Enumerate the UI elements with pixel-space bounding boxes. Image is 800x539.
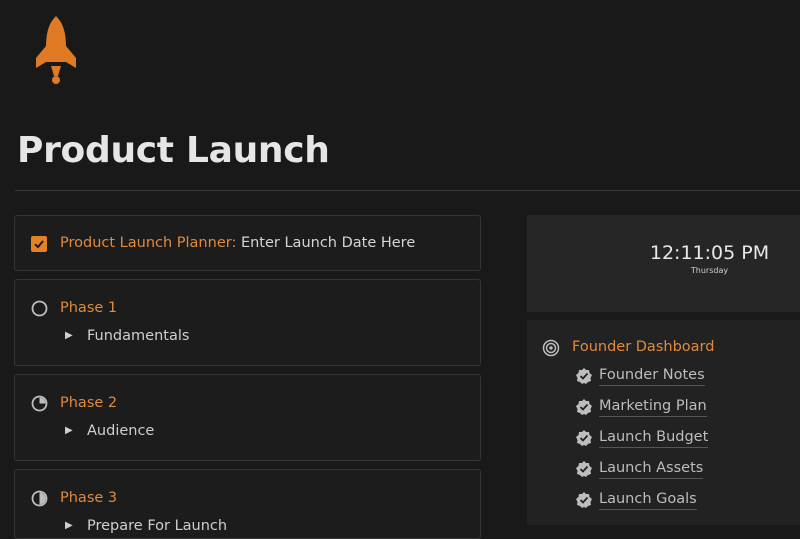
phase-2-title[interactable]: Phase 2 [60, 395, 117, 411]
phase-1-title[interactable]: Phase 1 [60, 300, 117, 316]
checkmark-icon [34, 240, 44, 249]
founder-dashboard-panel: Founder Dashboard Founder Notes Marketin… [527, 320, 800, 525]
dashboard-link-label[interactable]: Launch Goals [599, 490, 697, 510]
planner-callout[interactable]: Product Launch Planner: Enter Launch Dat… [14, 215, 481, 271]
toggle-label: Audience [87, 423, 155, 439]
toggle-label: Fundamentals [87, 328, 190, 344]
dashboard-title[interactable]: Founder Dashboard [572, 339, 714, 355]
title-divider [15, 190, 800, 191]
phase-1-toggle[interactable]: ▶ Fundamentals [65, 328, 189, 344]
empty-circle-icon [31, 300, 48, 317]
phase-3-title[interactable]: Phase 3 [60, 490, 117, 506]
verified-check-icon [576, 399, 592, 415]
clock-time: 12:11:05 PM [649, 242, 770, 264]
dashboard-link-label[interactable]: Marketing Plan [599, 397, 707, 417]
half-pie-icon [31, 490, 48, 507]
planner-text[interactable]: Product Launch Planner: Enter Launch Dat… [60, 235, 415, 251]
phase-3-toggle[interactable]: ▶ Prepare For Launch [65, 518, 227, 534]
toggle-label: Prepare For Launch [87, 518, 228, 534]
toggle-arrow-icon[interactable]: ▶ [65, 330, 87, 341]
clock-day: Thursday [690, 266, 729, 275]
toggle-arrow-icon[interactable]: ▶ [65, 425, 87, 436]
verified-check-icon [576, 430, 592, 446]
planner-checkbox[interactable] [31, 236, 47, 252]
verified-check-icon [576, 461, 592, 477]
clock-widget: 12:11:05 PM Thursday [527, 215, 800, 312]
phase-3-card[interactable]: Phase 3 ▶ Prepare For Launch [14, 469, 481, 539]
dashboard-link-label[interactable]: Founder Notes [599, 366, 705, 386]
rocket-icon[interactable] [34, 14, 78, 86]
verified-check-icon [576, 492, 592, 508]
phase-2-toggle[interactable]: ▶ Audience [65, 423, 154, 439]
planner-label: Product Launch Planner: [60, 235, 237, 251]
launch-date-placeholder[interactable]: Enter Launch Date Here [236, 235, 415, 251]
toggle-arrow-icon[interactable]: ▶ [65, 520, 87, 531]
dashboard-link-label[interactable]: Launch Assets [599, 459, 704, 479]
phase-1-card[interactable]: Phase 1 ▶ Fundamentals [14, 279, 481, 366]
page-title: Product Launch [17, 130, 330, 171]
target-icon [542, 339, 560, 357]
phase-2-card[interactable]: Phase 2 ▶ Audience [14, 374, 481, 461]
quarter-pie-icon [31, 395, 48, 412]
dashboard-link-label[interactable]: Launch Budget [599, 428, 709, 448]
verified-check-icon [576, 368, 592, 384]
